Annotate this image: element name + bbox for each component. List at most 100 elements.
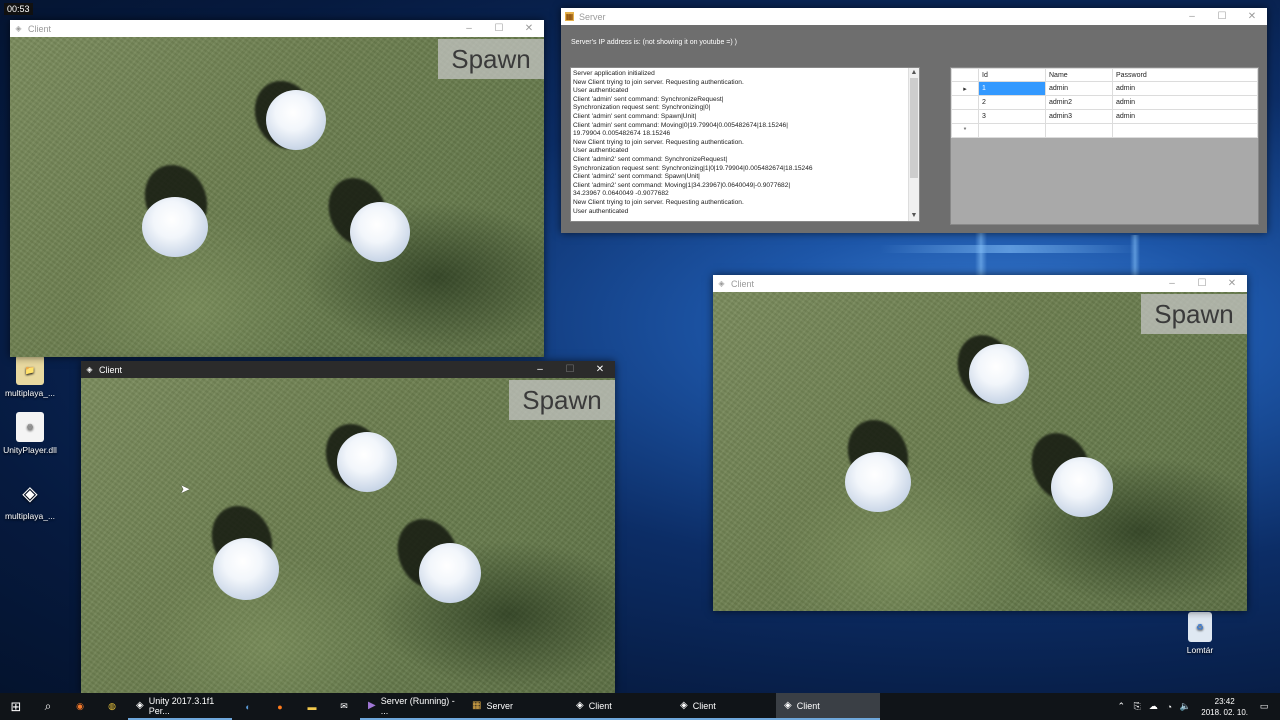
grid-cell-id[interactable]: 1 (978, 81, 1046, 96)
minimize-button[interactable]: – (525, 361, 555, 378)
client-titlebar[interactable]: ◈ Client – ☐ ✕ (10, 20, 544, 37)
table-row[interactable]: 3 admin3 admin (951, 109, 1258, 124)
maximize-button[interactable]: ☐ (1207, 8, 1237, 25)
window-title: Client (99, 364, 123, 375)
desktop-icon-multiplaya-exe[interactable]: ◈ multiplaya_... (0, 478, 60, 522)
log-line: User authenticated (573, 87, 629, 95)
current-row-indicator-icon[interactable]: ▸ (951, 81, 979, 96)
firefox-icon[interactable]: ● (264, 693, 296, 720)
log-scrollbar[interactable]: ▲ ▼ (908, 68, 919, 221)
users-datagrid[interactable]: Id Name Password ▸ 1 admin admin 2 admin… (950, 67, 1259, 225)
taskbar-task-visual-studio[interactable]: ▶ Server (Running) - ... (360, 693, 464, 720)
maximize-button[interactable]: ☐ (1187, 275, 1217, 292)
table-row[interactable]: ▸ 1 admin admin (951, 81, 1258, 96)
client-window-1[interactable]: ◈ Client – ☐ ✕ Spawn (10, 20, 544, 357)
cloud-icon[interactable]: ☁ (1145, 701, 1161, 712)
grid-cell-name[interactable]: admin2 (1045, 95, 1113, 110)
server-titlebar[interactable]: ▦ Server – ☐ ✕ (561, 8, 1267, 25)
notification-center-icon[interactable]: ▭ (1256, 701, 1272, 712)
new-row-marker-icon[interactable]: * (951, 123, 979, 138)
network-icon[interactable]: ⎘ (1129, 701, 1145, 712)
grid-cell-password[interactable] (1112, 123, 1258, 138)
game-viewport[interactable]: Spawn (10, 37, 544, 357)
log-line: New Client trying to join server. Reques… (573, 78, 744, 86)
client-window-3[interactable]: ◈ Client – ☐ ✕ Spawn (713, 275, 1247, 611)
spawn-button[interactable]: Spawn (1141, 294, 1247, 334)
qbittorrent-icon[interactable]: ◐ (232, 693, 264, 720)
taskbar-task-unity[interactable]: ◈ Unity 2017.3.1f1 Per... (128, 693, 232, 720)
clock-time: 23:42 (1214, 696, 1235, 706)
start-button[interactable]: ⊞ (0, 693, 32, 720)
desktop-icon-multiplaya-folder[interactable]: 📁 multiplaya_... (0, 355, 60, 398)
minimize-button[interactable]: – (1177, 8, 1207, 25)
desktop-icon-unityplayer-dll[interactable]: ⚙ UnityPlayer.dll (0, 412, 60, 455)
column-header-id[interactable]: Id (978, 68, 1046, 82)
desktop-icon-label: multiplaya_... (4, 388, 56, 398)
volume-icon[interactable]: 🔈 (1177, 701, 1193, 712)
column-header-name[interactable]: Name (1045, 68, 1113, 82)
grid-cell-name[interactable] (1045, 123, 1113, 138)
taskbar-task-client[interactable]: ◈ Client (568, 693, 672, 720)
scroll-up-arrow-icon[interactable]: ▲ (909, 68, 919, 78)
server-ip-label: Server's IP address is: (not showing it … (571, 39, 737, 46)
ball (969, 344, 1029, 404)
client-titlebar[interactable]: ◈ Client – ☐ ✕ (713, 275, 1247, 292)
log-line: 19.79904 0.005482674 18.15246 (573, 130, 671, 138)
spawn-button[interactable]: Spawn (438, 39, 544, 79)
chrome-icon[interactable]: ◍ (96, 693, 128, 720)
close-button[interactable]: ✕ (585, 361, 615, 378)
row-header[interactable] (951, 109, 979, 124)
client-window-2[interactable]: ◈ Client – ☐ ✕ Spawn ➤ (81, 361, 615, 693)
close-button[interactable]: ✕ (1217, 275, 1247, 292)
task-label: Client (796, 700, 820, 711)
mail-icon[interactable]: ✉ (328, 693, 360, 720)
file-explorer-icon[interactable]: ▬ (296, 693, 328, 720)
minimize-button[interactable]: – (454, 20, 484, 37)
server-app-icon: ▦ (565, 12, 574, 21)
grid-cell-password[interactable]: admin (1112, 95, 1258, 110)
grid-cell-password[interactable]: admin (1112, 109, 1258, 124)
client-titlebar[interactable]: ◈ Client – ☐ ✕ (81, 361, 615, 378)
game-viewport[interactable]: Spawn (713, 292, 1247, 611)
ball (142, 197, 208, 257)
grid-cell-name[interactable]: admin (1045, 81, 1113, 96)
column-header-password[interactable]: Password (1112, 68, 1258, 82)
ball (419, 543, 481, 603)
row-header[interactable] (951, 95, 979, 110)
grid-corner-cell[interactable] (951, 68, 979, 82)
ball (266, 90, 326, 150)
taskbar-task-server[interactable]: ▦ Server (464, 693, 568, 720)
game-viewport[interactable]: Spawn ➤ (81, 378, 615, 693)
ball (213, 538, 279, 600)
grid-header-row: Id Name Password (951, 68, 1258, 82)
grid-cell-id[interactable] (978, 123, 1046, 138)
server-log-textbox[interactable]: Server application initialized New Client… (570, 67, 920, 222)
minimize-button[interactable]: – (1157, 275, 1187, 292)
taskbar-clock[interactable]: 23:42 2018. 02. 10. (1201, 696, 1248, 718)
taskbar-task-client-active[interactable]: ◈ Client (776, 693, 880, 720)
taskbar-task-client[interactable]: ◈ Client (672, 693, 776, 720)
recycle-bin-icon: ♻ (1188, 612, 1212, 642)
grid-cell-password[interactable]: admin (1112, 81, 1258, 96)
server-window[interactable]: ▦ Server – ☐ ✕ Server's IP address is: (… (561, 8, 1267, 233)
maximize-button[interactable]: ☐ (484, 20, 514, 37)
scroll-down-arrow-icon[interactable]: ▼ (909, 211, 919, 221)
spawn-button[interactable]: Spawn (509, 380, 615, 420)
search-icon[interactable]: ⌕ (32, 693, 64, 720)
desktop-icon-recycle-bin[interactable]: ♻ Lomtár (1170, 612, 1230, 655)
scroll-thumb[interactable] (910, 78, 918, 178)
blender-icon[interactable]: ◉ (64, 693, 96, 720)
unity-icon: ◈ (86, 365, 93, 374)
close-button[interactable]: ✕ (514, 20, 544, 37)
table-row[interactable]: 2 admin2 admin (951, 95, 1258, 110)
grid-cell-id[interactable]: 3 (978, 109, 1046, 124)
close-button[interactable]: ✕ (1237, 8, 1267, 25)
chevron-up-icon[interactable]: ⌃ (1113, 701, 1129, 712)
log-line: User authenticated (573, 207, 629, 215)
grid-cell-name[interactable]: admin3 (1045, 109, 1113, 124)
log-line: Server application initialized (573, 70, 655, 77)
sync-icon[interactable]: ◔ (1161, 702, 1177, 712)
new-row[interactable]: * (951, 123, 1258, 138)
maximize-button[interactable]: ☐ (555, 361, 585, 378)
grid-cell-id[interactable]: 2 (978, 95, 1046, 110)
